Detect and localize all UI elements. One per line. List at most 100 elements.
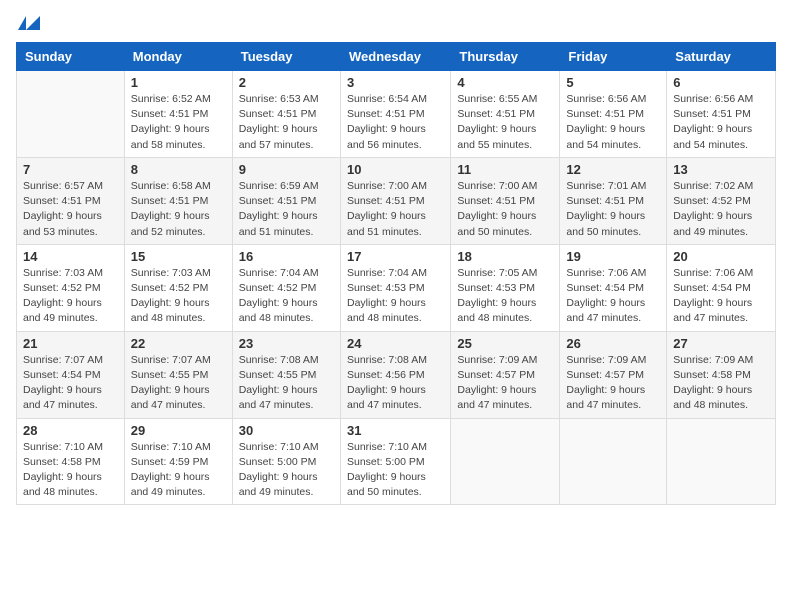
day-info: Sunrise: 7:07 AM Sunset: 4:55 PM Dayligh…	[131, 353, 226, 414]
calendar-cell: 10 Sunrise: 7:00 AM Sunset: 4:51 PM Dayli…	[340, 157, 450, 244]
calendar-cell: 3 Sunrise: 6:54 AM Sunset: 4:51 PM Daylig…	[340, 71, 450, 158]
calendar-cell: 21 Sunrise: 7:07 AM Sunset: 4:54 PM Dayli…	[17, 331, 125, 418]
col-friday: Friday	[560, 43, 667, 71]
day-number: 15	[131, 249, 226, 264]
calendar-cell: 7 Sunrise: 6:57 AM Sunset: 4:51 PM Daylig…	[17, 157, 125, 244]
day-number: 30	[239, 423, 334, 438]
page-header	[16, 16, 776, 30]
day-number: 11	[457, 162, 553, 177]
calendar-cell: 1 Sunrise: 6:52 AM Sunset: 4:51 PM Daylig…	[124, 71, 232, 158]
calendar-cell: 16 Sunrise: 7:04 AM Sunset: 4:52 PM Dayli…	[232, 244, 340, 331]
day-number: 4	[457, 75, 553, 90]
day-number: 8	[131, 162, 226, 177]
calendar-cell: 12 Sunrise: 7:01 AM Sunset: 4:51 PM Dayli…	[560, 157, 667, 244]
calendar-cell: 28 Sunrise: 7:10 AM Sunset: 4:58 PM Dayli…	[17, 418, 125, 505]
day-number: 26	[566, 336, 660, 351]
col-wednesday: Wednesday	[340, 43, 450, 71]
calendar-cell: 25 Sunrise: 7:09 AM Sunset: 4:57 PM Dayli…	[451, 331, 560, 418]
day-number: 19	[566, 249, 660, 264]
day-number: 31	[347, 423, 444, 438]
calendar-cell: 9 Sunrise: 6:59 AM Sunset: 4:51 PM Daylig…	[232, 157, 340, 244]
day-number: 2	[239, 75, 334, 90]
day-number: 14	[23, 249, 118, 264]
day-info: Sunrise: 7:02 AM Sunset: 4:52 PM Dayligh…	[673, 179, 769, 240]
calendar-table: Sunday Monday Tuesday Wednesday Thursday…	[16, 42, 776, 505]
day-info: Sunrise: 6:57 AM Sunset: 4:51 PM Dayligh…	[23, 179, 118, 240]
day-number: 7	[23, 162, 118, 177]
day-info: Sunrise: 6:58 AM Sunset: 4:51 PM Dayligh…	[131, 179, 226, 240]
calendar-week-row: 14 Sunrise: 7:03 AM Sunset: 4:52 PM Dayli…	[17, 244, 776, 331]
day-info: Sunrise: 7:00 AM Sunset: 4:51 PM Dayligh…	[457, 179, 553, 240]
calendar-cell	[667, 418, 776, 505]
calendar-cell: 15 Sunrise: 7:03 AM Sunset: 4:52 PM Dayli…	[124, 244, 232, 331]
day-info: Sunrise: 7:07 AM Sunset: 4:54 PM Dayligh…	[23, 353, 118, 414]
calendar-cell: 24 Sunrise: 7:08 AM Sunset: 4:56 PM Dayli…	[340, 331, 450, 418]
calendar-cell: 20Sunrise: 7:06 AM Sunset: 4:54 PM Dayli…	[667, 244, 776, 331]
calendar-cell: 13 Sunrise: 7:02 AM Sunset: 4:52 PM Dayli…	[667, 157, 776, 244]
day-info: Sunrise: 6:53 AM Sunset: 4:51 PM Dayligh…	[239, 92, 334, 153]
day-info: Sunrise: 6:55 AM Sunset: 4:51 PM Dayligh…	[457, 92, 553, 153]
day-info: Sunrise: 7:04 AM Sunset: 4:53 PM Dayligh…	[347, 266, 444, 327]
day-number: 28	[23, 423, 118, 438]
calendar-cell: 8 Sunrise: 6:58 AM Sunset: 4:51 PM Daylig…	[124, 157, 232, 244]
day-info: Sunrise: 6:54 AM Sunset: 4:51 PM Dayligh…	[347, 92, 444, 153]
day-number: 23	[239, 336, 334, 351]
logo	[16, 16, 26, 30]
day-info: Sunrise: 7:00 AM Sunset: 4:51 PM Dayligh…	[347, 179, 444, 240]
day-info: Sunrise: 6:56 AM Sunset: 4:51 PM Dayligh…	[673, 92, 769, 153]
col-saturday: Saturday	[667, 43, 776, 71]
calendar-cell: 17 Sunrise: 7:04 AM Sunset: 4:53 PM Dayli…	[340, 244, 450, 331]
calendar-cell: 23Sunrise: 7:08 AM Sunset: 4:55 PM Dayli…	[232, 331, 340, 418]
day-info: Sunrise: 7:09 AM Sunset: 4:58 PM Dayligh…	[673, 353, 769, 414]
day-info: Sunrise: 7:09 AM Sunset: 4:57 PM Dayligh…	[457, 353, 553, 414]
logo-icon	[18, 16, 26, 30]
day-number: 29	[131, 423, 226, 438]
calendar-cell: 29Sunrise: 7:10 AM Sunset: 4:59 PM Dayli…	[124, 418, 232, 505]
calendar-cell: 19 Sunrise: 7:06 AM Sunset: 4:54 PM Dayli…	[560, 244, 667, 331]
calendar-cell: 5 Sunrise: 6:56 AM Sunset: 4:51 PM Daylig…	[560, 71, 667, 158]
day-info: Sunrise: 7:09 AM Sunset: 4:57 PM Dayligh…	[566, 353, 660, 414]
day-number: 20	[673, 249, 769, 264]
col-thursday: Thursday	[451, 43, 560, 71]
calendar-cell: 11 Sunrise: 7:00 AM Sunset: 4:51 PM Dayli…	[451, 157, 560, 244]
day-info: Sunrise: 7:05 AM Sunset: 4:53 PM Dayligh…	[457, 266, 553, 327]
day-info: Sunrise: 7:03 AM Sunset: 4:52 PM Dayligh…	[23, 266, 118, 327]
day-info: Sunrise: 6:52 AM Sunset: 4:51 PM Dayligh…	[131, 92, 226, 153]
calendar-cell	[451, 418, 560, 505]
calendar-cell: 2 Sunrise: 6:53 AM Sunset: 4:51 PM Daylig…	[232, 71, 340, 158]
day-number: 24	[347, 336, 444, 351]
day-number: 21	[23, 336, 118, 351]
day-info: Sunrise: 7:06 AM Sunset: 4:54 PM Dayligh…	[566, 266, 660, 327]
day-info: Sunrise: 7:01 AM Sunset: 4:51 PM Dayligh…	[566, 179, 660, 240]
day-info: Sunrise: 6:59 AM Sunset: 4:51 PM Dayligh…	[239, 179, 334, 240]
day-number: 27	[673, 336, 769, 351]
day-info: Sunrise: 6:56 AM Sunset: 4:51 PM Dayligh…	[566, 92, 660, 153]
day-number: 3	[347, 75, 444, 90]
day-number: 16	[239, 249, 334, 264]
day-number: 10	[347, 162, 444, 177]
day-number: 12	[566, 162, 660, 177]
day-number: 22	[131, 336, 226, 351]
day-info: Sunrise: 7:03 AM Sunset: 4:52 PM Dayligh…	[131, 266, 226, 327]
day-info: Sunrise: 7:10 AM Sunset: 4:58 PM Dayligh…	[23, 440, 118, 501]
calendar-week-row: 1 Sunrise: 6:52 AM Sunset: 4:51 PM Daylig…	[17, 71, 776, 158]
day-info: Sunrise: 7:04 AM Sunset: 4:52 PM Dayligh…	[239, 266, 334, 327]
calendar-cell: 14 Sunrise: 7:03 AM Sunset: 4:52 PM Dayli…	[17, 244, 125, 331]
day-info: Sunrise: 7:10 AM Sunset: 5:00 PM Dayligh…	[347, 440, 444, 501]
calendar-cell	[17, 71, 125, 158]
col-sunday: Sunday	[17, 43, 125, 71]
col-tuesday: Tuesday	[232, 43, 340, 71]
header-row: Sunday Monday Tuesday Wednesday Thursday…	[17, 43, 776, 71]
day-number: 5	[566, 75, 660, 90]
day-number: 18	[457, 249, 553, 264]
day-number: 9	[239, 162, 334, 177]
calendar-cell: 22 Sunrise: 7:07 AM Sunset: 4:55 PM Dayli…	[124, 331, 232, 418]
day-number: 13	[673, 162, 769, 177]
day-number: 1	[131, 75, 226, 90]
col-monday: Monday	[124, 43, 232, 71]
day-number: 25	[457, 336, 553, 351]
day-info: Sunrise: 7:08 AM Sunset: 4:56 PM Dayligh…	[347, 353, 444, 414]
calendar-week-row: 21 Sunrise: 7:07 AM Sunset: 4:54 PM Dayli…	[17, 331, 776, 418]
calendar-cell: 26 Sunrise: 7:09 AM Sunset: 4:57 PM Dayli…	[560, 331, 667, 418]
day-number: 17	[347, 249, 444, 264]
